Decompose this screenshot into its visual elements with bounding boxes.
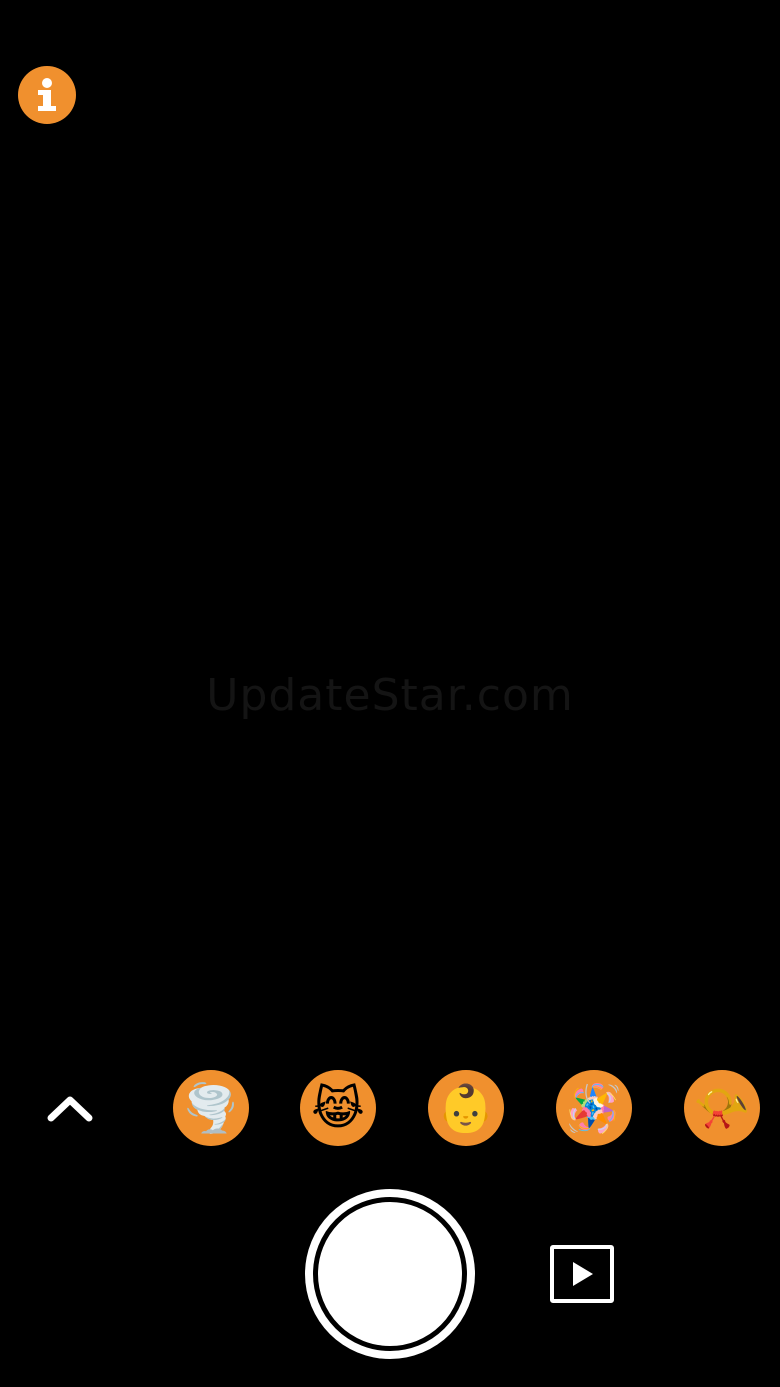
gallery-play-button[interactable] [550, 1245, 614, 1303]
info-icon [38, 78, 56, 111]
baby-icon: 👶 [437, 1081, 495, 1135]
party-horn-icon: 🪅 [565, 1081, 623, 1135]
cat-tears-of-joy-icon: 😹 [311, 1081, 365, 1135]
effect-party-horn[interactable]: 🪅 [556, 1070, 632, 1146]
camera-screen: UpdateStar.com 🌪️ 😹 👶 🪅 📯 [0, 0, 780, 1387]
effects-row: 🌪️ 😹 👶 🪅 📯 [0, 1068, 780, 1148]
effect-baby[interactable]: 👶 [428, 1070, 504, 1146]
air-horn-icon: 📯 [693, 1081, 751, 1135]
chevron-up-icon [47, 1096, 93, 1122]
tornado-icon: 🌪️ [182, 1081, 240, 1135]
watermark: UpdateStar.com [206, 670, 574, 721]
info-button[interactable] [18, 66, 76, 124]
play-icon [573, 1262, 593, 1286]
effect-tornado[interactable]: 🌪️ [173, 1070, 249, 1146]
effect-air-horn[interactable]: 📯 [684, 1070, 760, 1146]
shutter-button[interactable] [305, 1189, 475, 1359]
effect-cat-laughing[interactable]: 😹 [300, 1070, 376, 1146]
shutter-inner-ring [313, 1197, 467, 1351]
expand-effects-button[interactable] [40, 1086, 100, 1130]
